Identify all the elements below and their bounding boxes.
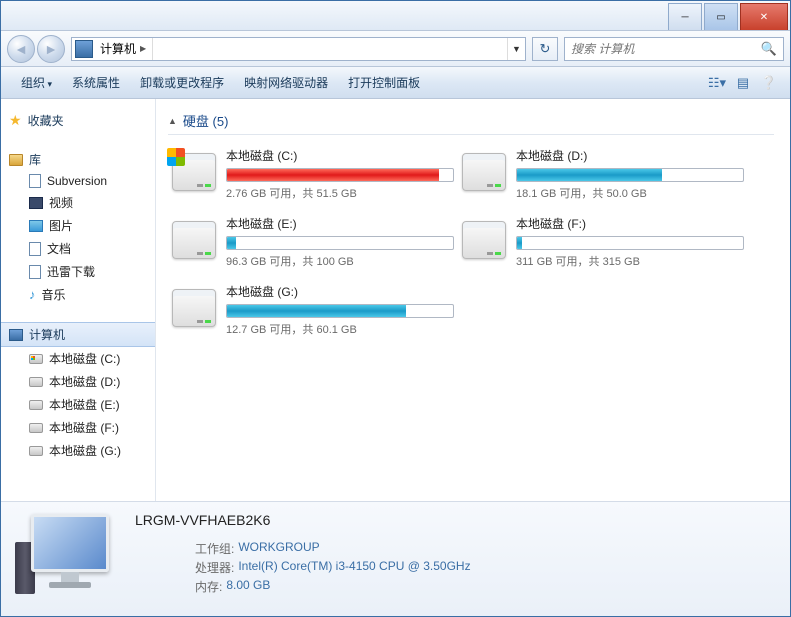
computer-image [13,508,123,603]
drive-name: 本地磁盘 (C:) [226,147,454,164]
detail-memory: 内存: 8.00 GB [135,578,778,595]
help-button[interactable]: ❔ [758,72,780,94]
drive-capacity-bar [226,168,454,182]
drive-icon [29,446,43,456]
drive-capacity-bar [516,236,744,250]
view-button[interactable]: ☷▾ [706,72,728,94]
address-dropdown[interactable]: ▼ [507,38,525,60]
content-pane: ▲ 硬盘 (5) 本地磁盘 (C:)2.76 GB 可用，共 51.5 GB本地… [156,99,790,501]
drive-item[interactable]: 本地磁盘 (G:) 12.7 GB 可用，共 60.1 GB [168,277,458,343]
sidebar-item-subversion[interactable]: Subversion [1,171,155,191]
sidebar-item-xunlei[interactable]: 迅雷下载 [1,260,155,283]
search-input[interactable] [571,42,761,56]
forward-button[interactable]: ► [37,35,65,63]
drive-capacity-bar [226,304,454,318]
sidebar: ★ 收藏夹 库 Subversion 视频 图片 文档 迅雷下载 ♪音乐 [1,99,156,501]
sidebar-drive-e[interactable]: 本地磁盘 (E:) [1,393,155,416]
breadcrumb-computer[interactable]: 计算机 ▶ [96,38,153,60]
drive-name: 本地磁盘 (G:) [226,283,454,300]
drive-item[interactable]: 本地磁盘 (E:) 96.3 GB 可用，共 100 GB [168,209,458,275]
explorer-window: ─ ▭ ✕ ◄ ► 计算机 ▶ ▼ ↻ 🔍 组织 系统属性 卸载或更改程序 映射… [0,0,791,617]
uninstall-button[interactable]: 卸载或更改程序 [130,70,234,95]
sidebar-drive-d[interactable]: 本地磁盘 (D:) [1,370,155,393]
drive-capacity-bar [226,236,454,250]
drive-name: 本地磁盘 (D:) [516,147,744,164]
drive-icon [172,221,216,259]
computer-icon [9,329,23,341]
sidebar-drive-g[interactable]: 本地磁盘 (G:) [1,439,155,462]
details-pane: LRGM-VVFHAEB2K6 工作组: WORKGROUP 处理器: Inte… [1,501,790,616]
sidebar-item-music[interactable]: ♪音乐 [1,283,155,306]
toolbar: 组织 系统属性 卸载或更改程序 映射网络驱动器 打开控制面板 ☷▾ ▤ ❔ [1,67,790,99]
drive-capacity-bar [516,168,744,182]
drive-item[interactable]: 本地磁盘 (D:) 18.1 GB 可用，共 50.0 GB [458,141,748,207]
file-icon [29,265,41,279]
maximize-button[interactable]: ▭ [704,3,738,30]
drive-icon [172,289,216,327]
drive-stats: 311 GB 可用，共 315 GB [516,253,744,269]
address-bar[interactable]: 计算机 ▶ ▼ [71,37,526,61]
drive-name: 本地磁盘 (E:) [226,215,454,232]
section-hard-disks[interactable]: ▲ 硬盘 (5) [168,111,774,135]
refresh-button[interactable]: ↻ [532,37,558,61]
drive-icon [462,221,506,259]
drive-stats: 96.3 GB 可用，共 100 GB [226,253,454,269]
close-button[interactable]: ✕ [740,3,788,30]
search-box[interactable]: 🔍 [564,37,784,61]
section-title: 硬盘 (5) [183,111,229,130]
sidebar-computer[interactable]: 计算机 [1,322,155,347]
drive-item[interactable]: 本地磁盘 (C:) 2.76 GB 可用，共 51.5 GB [168,141,458,207]
sidebar-favorites[interactable]: ★ 收藏夹 [1,109,155,132]
organize-menu[interactable]: 组织 [11,70,62,95]
sidebar-library[interactable]: 库 [1,148,155,171]
drive-icon [29,400,43,410]
drive-icon [172,153,216,191]
control-panel-button[interactable]: 打开控制面板 [338,70,430,95]
sidebar-drive-c[interactable]: 本地磁盘 (C:) [1,347,155,370]
drive-icon [29,377,43,387]
search-icon: 🔍 [761,41,777,57]
collapse-icon: ▲ [168,116,177,126]
map-drive-button[interactable]: 映射网络驱动器 [234,70,338,95]
back-button[interactable]: ◄ [7,35,35,63]
sidebar-label: 收藏夹 [28,112,64,129]
detail-workgroup: 工作组: WORKGROUP [135,540,778,557]
drive-icon [29,423,43,433]
minimize-button[interactable]: ─ [668,3,702,30]
star-icon: ★ [9,112,22,129]
video-icon [29,197,43,209]
drives-grid: 本地磁盘 (C:) 2.76 GB 可用，共 51.5 GB 本地磁盘 (D:) 18… [168,141,774,345]
sidebar-label: 库 [29,151,41,168]
drive-name: 本地磁盘 (F:) [516,215,744,232]
preview-pane-button[interactable]: ▤ [732,72,754,94]
file-icon [29,174,41,188]
drive-icon [462,153,506,191]
library-icon [9,154,23,166]
sidebar-drive-f[interactable]: 本地磁盘 (F:) [1,416,155,439]
system-properties-button[interactable]: 系统属性 [62,70,130,95]
titlebar: ─ ▭ ✕ [1,1,790,31]
drive-stats: 12.7 GB 可用，共 60.1 GB [226,321,454,337]
sidebar-item-docs[interactable]: 文档 [1,237,155,260]
breadcrumb-label: 计算机 [100,40,136,57]
navbar: ◄ ► 计算机 ▶ ▼ ↻ 🔍 [1,31,790,67]
drive-stats: 18.1 GB 可用，共 50.0 GB [516,185,744,201]
music-icon: ♪ [29,287,36,302]
drive-icon [29,354,43,364]
computer-icon [75,40,93,58]
computer-name: LRGM-VVFHAEB2K6 [135,512,778,528]
detail-cpu: 处理器: Intel(R) Core(TM) i3-4150 CPU @ 3.5… [135,559,778,576]
doc-icon [29,242,41,256]
sidebar-item-video[interactable]: 视频 [1,191,155,214]
chevron-right-icon: ▶ [140,44,146,53]
sidebar-label: 计算机 [29,326,65,343]
drive-item[interactable]: 本地磁盘 (F:) 311 GB 可用，共 315 GB [458,209,748,275]
sidebar-item-pictures[interactable]: 图片 [1,214,155,237]
drive-stats: 2.76 GB 可用，共 51.5 GB [226,185,454,201]
picture-icon [29,220,43,232]
